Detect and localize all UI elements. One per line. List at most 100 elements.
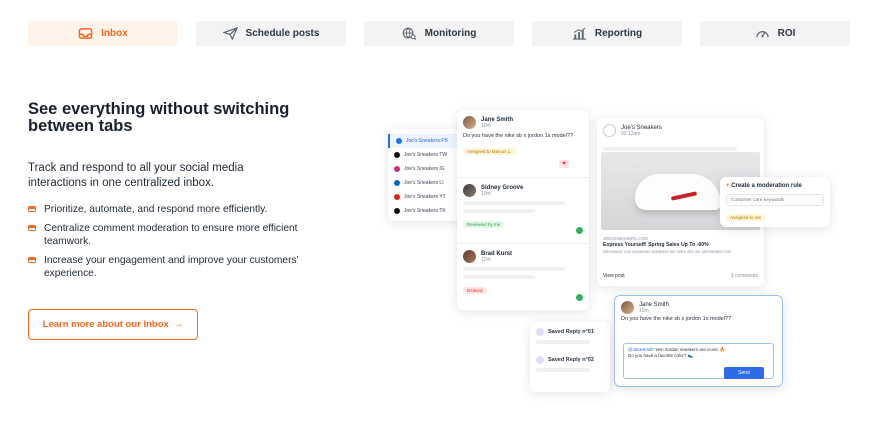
check-icon	[576, 227, 583, 234]
mention: @JaneSmith	[628, 347, 654, 352]
check-icon	[576, 294, 583, 301]
account-item[interactable]: Joe's Sneakers TW	[388, 148, 464, 162]
avatar	[621, 301, 634, 314]
list-item: Centralize comment moderation to ensure …	[28, 222, 318, 248]
assignment-badge: Assigned to Marcus L.	[463, 148, 516, 155]
gauge-icon	[755, 31, 769, 38]
moderation-rule-card: + Create a moderation rule Customer care…	[720, 177, 830, 227]
tab-reporting[interactable]: Reporting	[532, 21, 682, 46]
list-item: Increase your engagement and improve you…	[28, 254, 318, 280]
message-text: Do you have the nike sb x jordon 1s mode…	[621, 316, 732, 322]
tab-label: Reporting	[594, 28, 643, 39]
account-label: Joe's Sneakers IG	[404, 166, 445, 172]
avatar	[603, 124, 616, 137]
post-header: Joe's Sneakers 02:12am	[597, 118, 764, 143]
tab-roi[interactable]: ROI	[700, 21, 850, 46]
facebook-icon	[396, 138, 402, 144]
inbox-feature-section: Inbox Schedule posts Monitoring Reportin…	[0, 0, 885, 427]
tab-label: Monitoring	[424, 28, 477, 39]
saved-reply-label: Saved Reply n°01	[548, 329, 594, 335]
saved-reply-label: Saved Reply n°02	[548, 357, 594, 363]
heart-icon[interactable]: ♥	[559, 160, 569, 168]
account-item[interactable]: Joe's Sneakers IG	[388, 162, 464, 176]
saved-reply-item[interactable]: Saved Reply n°01	[536, 328, 604, 336]
message-time: 10m	[481, 190, 491, 197]
message-item[interactable]: Jane Smith 10m Do you have the nike sb x …	[457, 110, 589, 178]
youtube-icon	[394, 194, 400, 200]
sender-name: Jane Smith	[481, 116, 514, 123]
inbox-icon	[78, 28, 93, 39]
account-label: Joe's Sneakers TW	[404, 152, 448, 158]
account-label: Joe's Sneakers LI	[404, 180, 444, 186]
bullet-text: Prioritize, automate, and respond more e…	[44, 204, 268, 215]
message-list: Jane Smith 10m Do you have the nike sb x …	[457, 110, 589, 310]
globe-search-icon	[402, 27, 417, 40]
message-text: Do you have the nike sb x jordon 1s mode…	[463, 133, 574, 139]
account-item[interactable]: Joe's Sneakers FB	[388, 134, 464, 148]
instagram-icon	[394, 166, 400, 172]
linkedin-icon	[394, 180, 400, 186]
sender-name: Sidney Groove	[481, 184, 524, 191]
feature-tabs: Inbox Schedule posts Monitoring Reportin…	[28, 21, 850, 46]
x-icon	[394, 152, 400, 158]
tab-monitoring[interactable]: Monitoring	[364, 21, 514, 46]
section-headline: See everything without switching between…	[28, 100, 290, 135]
saved-reply-item[interactable]: Saved Reply n°02	[536, 356, 604, 364]
sender-name: Brad Kurst	[481, 250, 513, 257]
send-button[interactable]: Send	[724, 367, 764, 379]
cta-label: Learn more about our Inbox	[42, 319, 169, 330]
account-label: Joe's Sneakers TK	[404, 208, 446, 214]
section-lead: Track and respond to all your social med…	[28, 162, 244, 189]
bookmark-icon	[536, 356, 544, 364]
avatar	[463, 250, 476, 263]
bar-chart-icon	[572, 27, 586, 40]
avatar	[463, 184, 476, 197]
send-label: Send	[738, 370, 750, 376]
paper-plane-icon	[222, 27, 238, 40]
inbox-bullet-icon	[28, 225, 36, 231]
account-item[interactable]: Joe's Sneakers YT	[388, 190, 464, 204]
post-link-preview: JOESSNEAKERS.COM Express Yourself! Sprin…	[603, 236, 758, 254]
reply-draft: Yes! Jordan sneakers are iconic 🔥	[655, 347, 726, 352]
message-item[interactable]: Brad Kurst 12m Deleted	[457, 244, 589, 310]
tab-label: Inbox	[101, 28, 128, 39]
post-footer: View post 3 comments	[603, 273, 758, 279]
post-description: Découvrez nos nouveaux sneakers sur notr…	[603, 249, 732, 254]
tab-label: Schedule posts	[245, 28, 320, 39]
view-post-link[interactable]: View post	[603, 273, 625, 279]
accounts-list: Joe's Sneakers FB Joe's Sneakers TW Joe'…	[388, 129, 464, 221]
learn-more-inbox-button[interactable]: Learn more about our Inbox →	[28, 309, 198, 340]
bullet-text: Increase your engagement and improve you…	[44, 255, 299, 279]
message-time: 10m	[639, 307, 649, 314]
bookmark-icon	[536, 328, 544, 336]
bullet-text: Centralize comment moderation to ensure …	[44, 223, 298, 247]
keyword-input[interactable]: Customer care keywords	[726, 194, 824, 206]
account-label: Joe's Sneakers FB	[406, 138, 448, 144]
post-site: JOESSNEAKERS.COM	[603, 236, 648, 241]
plus-icon: +	[726, 183, 730, 189]
saved-replies-card: Saved Reply n°01 Saved Reply n°02	[530, 322, 610, 392]
tab-schedule-posts[interactable]: Schedule posts	[196, 21, 346, 46]
reply-draft-line2: Do you have a favorite color? 👟	[628, 353, 694, 358]
list-item: Prioritize, automate, and respond more e…	[28, 203, 318, 216]
comment-count: 3 comments	[730, 273, 758, 279]
tab-label: ROI	[777, 28, 796, 39]
message-item[interactable]: Sidney Groove 10m Reviewed by me	[457, 178, 589, 244]
deleted-badge: Deleted	[463, 287, 487, 294]
sender-name: Jane Smith	[639, 301, 670, 308]
review-badge: Reviewed by me	[463, 221, 505, 228]
avatar	[463, 116, 476, 129]
assignment-badge: Assigned to me	[726, 214, 766, 221]
tab-inbox[interactable]: Inbox	[28, 21, 178, 46]
account-item[interactable]: Joe's Sneakers TK	[388, 204, 464, 218]
tiktok-icon	[394, 208, 400, 214]
modrule-title: Create a moderation rule	[731, 183, 802, 189]
message-time: 12m	[481, 256, 491, 263]
feature-bullet-list: Prioritize, automate, and respond more e…	[28, 203, 318, 286]
post-title: Express Yourself! Spring Sales Up To -60…	[603, 242, 709, 248]
inbox-bullet-icon	[28, 257, 36, 263]
arrow-right-icon: →	[173, 319, 184, 330]
post-account: Joe's Sneakers	[621, 124, 662, 131]
message-time: 10m	[481, 122, 491, 129]
account-item[interactable]: Joe's Sneakers LI	[388, 176, 464, 190]
